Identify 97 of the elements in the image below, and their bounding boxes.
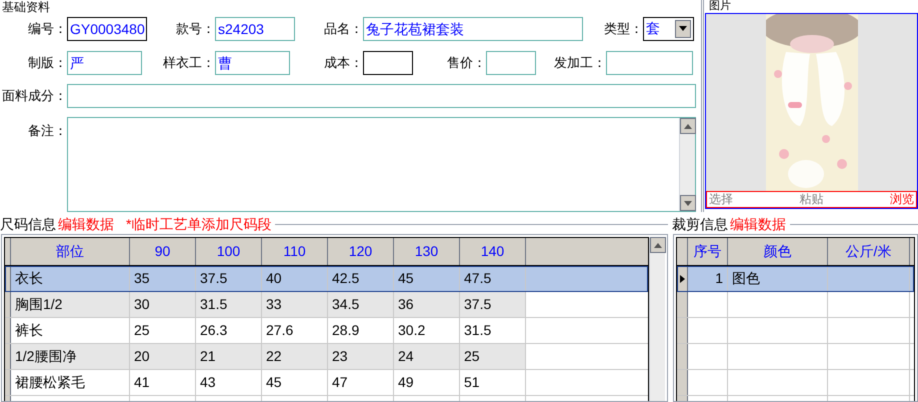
picture-button[interactable]: 选择 — [709, 192, 733, 207]
type-dropdown[interactable]: 套 — [643, 16, 694, 41]
table-cell: 25 — [460, 344, 526, 369]
table-cell: 28.9 — [328, 318, 394, 343]
scrollbar[interactable] — [679, 118, 695, 212]
row-header[interactable] — [5, 266, 11, 291]
data-grid[interactable]: 部位 90 100 110 120 130 140 衣长 35 37.5 40 42.5 45 47.5 胸围1/2 30 31.5 33 34.5 36 37.5 裤长 25 26.3 27.6 28.9 30.2 31.5 1/2腰围净 20 21 22 23 24 25 裙腰松紧毛 41 43 45 47 49 51 — [4, 237, 649, 401]
table-cell: 34.5 — [328, 292, 394, 317]
edit-link[interactable]: 编辑数据 — [730, 214, 786, 234]
table-cell: 31.5 — [460, 318, 526, 343]
field-label: 成本： — [323, 54, 363, 72]
corner-header — [677, 238, 688, 265]
input-field[interactable] — [606, 50, 693, 74]
scrollbar[interactable] — [649, 237, 665, 401]
column-header[interactable]: 部位 — [11, 238, 130, 265]
current-row-icon — [680, 274, 684, 282]
table-cell: 51 — [460, 370, 526, 395]
group-title: 图片 — [708, 0, 732, 13]
field-label: 备注： — [27, 122, 67, 140]
table-cell: 23 — [328, 344, 394, 369]
input-field[interactable]: 兔子花苞裙套装 — [363, 16, 583, 41]
field-label: 款号： — [175, 20, 215, 38]
table-cell: 45 — [394, 266, 460, 291]
table-cell: 裤长 — [11, 318, 130, 343]
field-label: 面料成分： — [1, 87, 67, 106]
scroll-down-icon[interactable] — [680, 195, 696, 212]
picture-button[interactable]: 浏览 — [890, 192, 914, 207]
table-row[interactable]: 1 图色 — [677, 266, 914, 292]
column-header[interactable]: 100 — [196, 238, 262, 265]
table-cell: 33 — [262, 292, 328, 317]
table-cell: 49 — [394, 370, 460, 395]
table-cell: 24 — [394, 344, 460, 369]
table-cell: 20 — [130, 344, 196, 369]
notes-field[interactable] — [67, 117, 696, 212]
row-header[interactable] — [677, 266, 688, 291]
edit-link[interactable]: 编辑数据 — [58, 214, 114, 234]
field-label: 制版： — [27, 54, 67, 72]
table-cell: 1/2腰围净 — [11, 344, 130, 369]
table-cell: 47.5 — [460, 266, 526, 291]
scroll-up-icon[interactable] — [680, 118, 696, 134]
table-cell: 37.5 — [460, 292, 526, 317]
table-cell: 47 — [328, 370, 394, 395]
table-cell: 1 — [688, 266, 728, 291]
corner-header — [5, 238, 11, 265]
field-label: 发加工： — [553, 54, 606, 72]
table-row[interactable]: 胸围1/2 30 31.5 33 34.5 36 37.5 — [5, 292, 648, 318]
table-cell: 42.5 — [328, 266, 394, 291]
field-label: 编号： — [27, 20, 67, 38]
column-header[interactable]: 140 — [460, 238, 526, 265]
group-title: 尺码信息 — [0, 214, 56, 234]
table-cell: 37.5 — [196, 266, 262, 291]
input-field[interactable]: 曹 — [215, 50, 290, 74]
table-cell: 36 — [394, 292, 460, 317]
input-field[interactable] — [486, 50, 536, 74]
field-label: 类型： — [603, 20, 643, 38]
table-cell: 26.3 — [196, 318, 262, 343]
column-header[interactable]: 公斤/米 — [828, 238, 910, 265]
table-cell: 40 — [262, 266, 328, 291]
header-filler — [910, 238, 914, 265]
table-cell: 图色 — [728, 266, 828, 291]
table-cell: 裙腰松紧毛 — [11, 370, 130, 395]
table-cell: 27.6 — [262, 318, 328, 343]
table-cell: 25 — [130, 318, 196, 343]
input-field[interactable]: GY0003480 — [67, 16, 147, 41]
table-cell: 43 — [196, 370, 262, 395]
table-row[interactable]: 裙腰松紧毛 41 43 45 47 49 51 — [5, 370, 648, 396]
table-cell: 30 — [130, 292, 196, 317]
column-header[interactable]: 110 — [262, 238, 328, 265]
table-cell: 45 — [262, 370, 328, 395]
table-cell: 21 — [196, 344, 262, 369]
table-row[interactable]: 衣长 35 37.5 40 42.5 45 47.5 — [5, 266, 648, 292]
table-cell: 胸围1/2 — [11, 292, 130, 317]
column-header[interactable]: 120 — [328, 238, 394, 265]
group-title: 裁剪信息 — [672, 214, 728, 234]
data-grid[interactable]: 序号 颜色 公斤/米 1 图色 — [676, 237, 915, 401]
field-label: 售价： — [446, 54, 486, 72]
scroll-up-icon[interactable] — [650, 237, 666, 253]
input-field[interactable] — [67, 84, 696, 108]
column-header[interactable]: 90 — [130, 238, 196, 265]
column-header[interactable]: 颜色 — [728, 238, 828, 265]
table-cell: 41 — [130, 370, 196, 395]
input-field[interactable]: 严 — [67, 50, 142, 74]
table-cell: 35 — [130, 266, 196, 291]
table-cell: 30.2 — [394, 318, 460, 343]
table-row[interactable]: 1/2腰围净 20 21 22 23 24 25 — [5, 344, 648, 370]
table-cell: 衣长 — [11, 266, 130, 291]
picture-button[interactable]: 粘贴 — [800, 192, 824, 207]
input-field[interactable]: s24203 — [215, 16, 295, 41]
column-header[interactable]: 130 — [394, 238, 460, 265]
input-field[interactable] — [363, 50, 413, 74]
edit-link[interactable]: *临时工艺单添加尺码段 — [126, 214, 272, 234]
field-label: 样衣工： — [162, 54, 215, 72]
table-cell: 31.5 — [196, 292, 262, 317]
column-header[interactable]: 序号 — [688, 238, 728, 265]
field-label: 品名： — [323, 20, 363, 38]
group-title: 基础资料 — [1, 0, 51, 14]
table-cell: 22 — [262, 344, 328, 369]
